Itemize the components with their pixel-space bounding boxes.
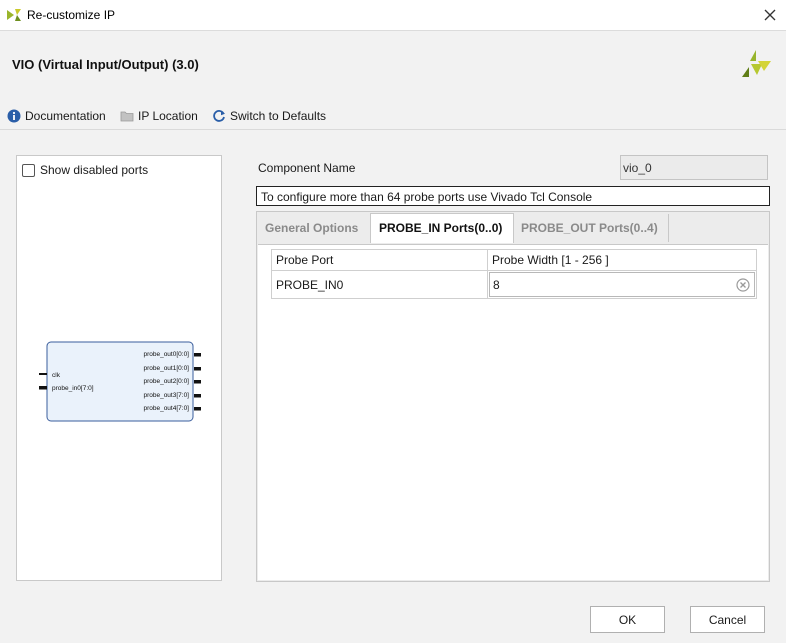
ip-location-button[interactable]: IP Location xyxy=(120,108,198,124)
pin-probe-out2 xyxy=(194,380,201,384)
title-bar: Re-customize IP xyxy=(0,0,786,31)
toolbar: Documentation IP Location Switch to Defa… xyxy=(0,100,786,130)
ip-title: VIO (Virtual Input/Output) (3.0) xyxy=(12,57,199,72)
table-row: PROBE_IN0 8 xyxy=(271,270,757,299)
info-icon xyxy=(7,109,21,123)
column-header-probe-port: Probe Port xyxy=(271,249,488,271)
switch-defaults-button[interactable]: Switch to Defaults xyxy=(212,108,326,124)
ip-symbol-panel: Show disabled ports clk probe_in0[7:0] p… xyxy=(16,155,222,581)
pin-probe-in0 xyxy=(39,386,47,390)
pin-label-probe-out1: probe_out1[0:0] xyxy=(143,365,189,372)
show-disabled-ports-option[interactable]: Show disabled ports xyxy=(22,163,148,177)
refresh-icon xyxy=(213,110,225,122)
probe-width-value: 8 xyxy=(493,278,500,292)
probe-in-tab-content: Probe Port Probe Width [1 - 256 ] PROBE_… xyxy=(258,244,768,580)
pin-label-probe-out4: probe_out4[7:0] xyxy=(143,405,189,412)
cancel-button[interactable]: Cancel xyxy=(690,606,765,633)
show-disabled-ports-checkbox[interactable] xyxy=(22,163,35,177)
ip-block-symbol: clk probe_in0[7:0] probe_out0[0:0] probe… xyxy=(39,341,201,422)
probe-width-input[interactable]: 8 xyxy=(489,272,755,297)
documentation-button[interactable]: Documentation xyxy=(7,108,106,124)
tab-general-options[interactable]: General Options xyxy=(257,214,371,242)
probe-port-cell: PROBE_IN0 xyxy=(271,270,488,299)
configuration-panel: Component Name vio_0 To configure more t… xyxy=(256,155,771,582)
ok-button[interactable]: OK xyxy=(590,606,665,633)
ip-location-label: IP Location xyxy=(138,109,198,123)
clear-icon[interactable] xyxy=(736,278,750,292)
close-icon[interactable] xyxy=(760,5,780,25)
switch-defaults-label: Switch to Defaults xyxy=(230,109,327,123)
xilinx-logo xyxy=(742,50,771,77)
vivado-icon xyxy=(7,9,21,21)
folder-icon xyxy=(120,111,134,122)
component-name-label: Component Name xyxy=(258,161,356,175)
probe-in-table: Probe Port Probe Width [1 - 256 ] PROBE_… xyxy=(271,249,757,299)
tab-probe-in-ports[interactable]: PROBE_IN Ports(0..0) xyxy=(370,213,514,243)
pin-probe-out4 xyxy=(194,407,201,411)
pin-label-probe-out2: probe_out2[0:0] xyxy=(143,378,189,385)
table-header-row: Probe Port Probe Width [1 - 256 ] xyxy=(271,249,757,271)
pin-label-probe-in0: probe_in0[7:0] xyxy=(52,385,94,392)
probe-limit-notice: To configure more than 64 probe ports us… xyxy=(256,186,770,206)
options-tabs: General Options PROBE_IN Ports(0..0) PRO… xyxy=(256,211,770,582)
pin-label-probe-out3: probe_out3[7:0] xyxy=(143,392,189,399)
pin-probe-out1 xyxy=(194,367,201,371)
pin-label-probe-out0: probe_out0[0:0] xyxy=(143,351,189,358)
pin-probe-out3 xyxy=(194,394,201,398)
show-disabled-ports-label: Show disabled ports xyxy=(40,163,149,177)
column-header-probe-width: Probe Width [1 - 256 ] xyxy=(487,249,757,271)
ip-header: VIO (Virtual Input/Output) (3.0) xyxy=(0,31,786,97)
window-title: Re-customize IP xyxy=(27,8,116,22)
pin-probe-out0 xyxy=(194,353,201,357)
tab-probe-out-ports[interactable]: PROBE_OUT Ports(0..4) xyxy=(513,214,669,242)
documentation-label: Documentation xyxy=(25,109,106,123)
probe-width-cell: 8 xyxy=(487,270,757,299)
component-name-field[interactable]: vio_0 xyxy=(620,155,768,180)
pin-label-clk: clk xyxy=(52,372,61,379)
